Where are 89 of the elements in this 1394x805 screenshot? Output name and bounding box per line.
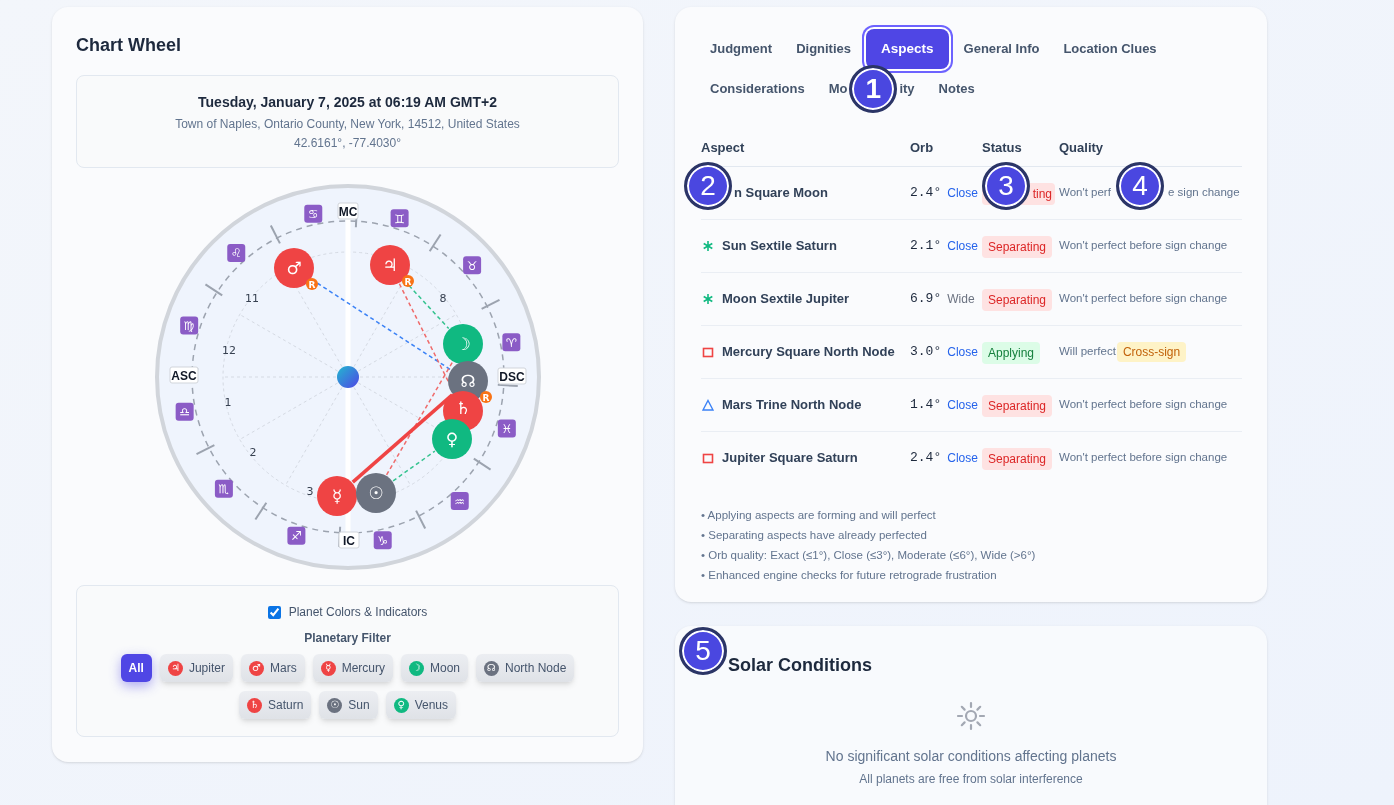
house-number: 11 xyxy=(244,292,259,305)
card-title: Solar Conditions xyxy=(728,654,872,677)
filter-button[interactable]: ♃ Jupiter xyxy=(159,654,233,682)
chart-coordinates: 42.6161°, -77.4030° xyxy=(294,135,401,152)
column-header: Orb xyxy=(910,138,935,157)
angle-label: MC xyxy=(337,202,358,220)
planet-icon: ☉ xyxy=(327,697,343,713)
tag-badge: Cross-sign xyxy=(1116,342,1187,362)
quality-text: Will perfect xyxy=(1059,344,1116,360)
chart-location: Town of Naples, Ontario County, New York, 14512, United States xyxy=(175,116,520,133)
house-number: 8 xyxy=(439,292,446,305)
aspect-name: Moon Sextile Jupiter xyxy=(722,290,850,309)
filter-button[interactable]: ♂ Mars xyxy=(240,654,305,682)
note-line: • Enhanced engine checks for future retrograde frustration xyxy=(701,568,998,583)
card-title: Chart Wheel xyxy=(76,34,182,57)
tab[interactable]: General Info xyxy=(951,29,1052,69)
orb-value: 2.1° xyxy=(910,237,942,256)
aspect-name: Jupiter Square Saturn xyxy=(722,449,858,468)
quality-text: Won't perfect before sign change xyxy=(1059,450,1228,466)
angle-label: IC xyxy=(338,531,359,549)
filter-button[interactable]: ☽ Moon xyxy=(401,654,468,682)
planet-icon: ♄ xyxy=(246,697,262,713)
quality-text: Won't perfect before sign change xyxy=(1059,397,1228,413)
angle-label: ASC xyxy=(169,366,198,384)
filter-title: Planetary Filter xyxy=(304,630,391,646)
filter-button[interactable]: ☿ Mercury xyxy=(312,654,393,682)
aspect-name: Mars Trine North Node xyxy=(722,396,862,415)
note-line: • Separating aspects have already perfected xyxy=(701,528,928,543)
status-badge: Separating xyxy=(982,395,1053,417)
orb-value: 1.4° xyxy=(910,396,942,415)
filter-button[interactable]: ☊ North Node xyxy=(476,654,575,682)
house-number: 2 xyxy=(249,446,256,459)
house-number: 3 xyxy=(306,485,313,498)
tab[interactable]: Notes xyxy=(926,69,987,109)
quality-text: Won't perfect before sign change xyxy=(1059,238,1228,254)
house-number: 12 xyxy=(221,344,236,357)
empty-message: No significant solar conditions affecting planets xyxy=(825,747,1117,766)
retrograde-badge: R xyxy=(479,391,492,403)
planet-icon: ♃ xyxy=(167,660,183,676)
planet-token[interactable]: ☉ xyxy=(355,473,396,513)
retrograde-badge: R xyxy=(305,278,318,290)
aspect-name: n Square Moon xyxy=(734,184,828,203)
tab[interactable]: Considerations xyxy=(698,69,817,109)
orb-quality: Close xyxy=(947,185,978,202)
indicators-checkbox[interactable] xyxy=(267,605,281,619)
tab[interactable]: Location Clues xyxy=(1051,29,1169,69)
quality-text: Won't perf xyxy=(1059,186,1111,199)
filter-button[interactable]: ♄ Saturn xyxy=(238,691,312,719)
orb-quality: Close xyxy=(947,344,978,361)
filter-button[interactable]: ♀ Venus xyxy=(385,691,457,719)
orb-value: 2.4° xyxy=(910,184,942,203)
orb-value: 3.0° xyxy=(910,343,942,362)
house-number: 1 xyxy=(224,396,231,409)
planet-icon: ♀ xyxy=(393,697,409,713)
quality-text: Won't perfect before sign change xyxy=(1059,291,1228,307)
quality-text: e sign change xyxy=(1168,185,1240,201)
center-dot xyxy=(336,366,359,388)
planet-icon: ☿ xyxy=(320,660,336,676)
status-badge: Applying xyxy=(982,342,1041,364)
sun-icon xyxy=(955,700,987,732)
column-header: Status xyxy=(982,138,1023,157)
status-badge: Separating xyxy=(982,289,1053,311)
status-badge: Separating xyxy=(982,236,1053,258)
column-header: Quality xyxy=(1059,138,1105,157)
checkbox-label: Planet Colors & Indicators xyxy=(288,604,428,621)
filter-button[interactable]: ☉ Sun xyxy=(319,691,378,719)
retrograde-badge: R xyxy=(401,275,414,287)
filter-button[interactable]: All xyxy=(120,654,152,682)
orb-quality: Wide xyxy=(947,291,975,308)
column-header: Aspect xyxy=(701,138,746,157)
status-badge: Separating xyxy=(982,448,1053,470)
orb-value: 6.9° xyxy=(910,290,942,309)
orb-quality: Close xyxy=(947,397,978,414)
chart-datetime: Tuesday, January 7, 2025 at 06:19 AM GMT+2 xyxy=(198,93,497,112)
aspect-name: Mercury Square North Node xyxy=(722,343,895,362)
note-line: • Orb quality: Exact (≤1°), Close (≤3°), Moderate (≤6°), Wide (>6°) xyxy=(701,548,1037,563)
empty-detail: All planets are free from solar interference xyxy=(859,771,1083,788)
planet-icon: ☽ xyxy=(409,660,424,676)
planet-token[interactable]: ☿ xyxy=(316,476,357,516)
aspect-name: Sun Sextile Saturn xyxy=(722,237,837,256)
planet-icon: ♂ xyxy=(248,660,264,676)
angle-label: DSC xyxy=(497,367,526,385)
callout-marker: 1 xyxy=(849,65,898,113)
tab[interactable]: Judgment xyxy=(698,29,785,69)
note-line: • Applying aspects are forming and will perfect xyxy=(701,508,937,523)
orb-quality: Close xyxy=(947,238,978,255)
orb-quality: Close xyxy=(947,450,978,467)
planet-icon: ☊ xyxy=(484,660,499,676)
orb-value: 2.4° xyxy=(910,449,942,468)
